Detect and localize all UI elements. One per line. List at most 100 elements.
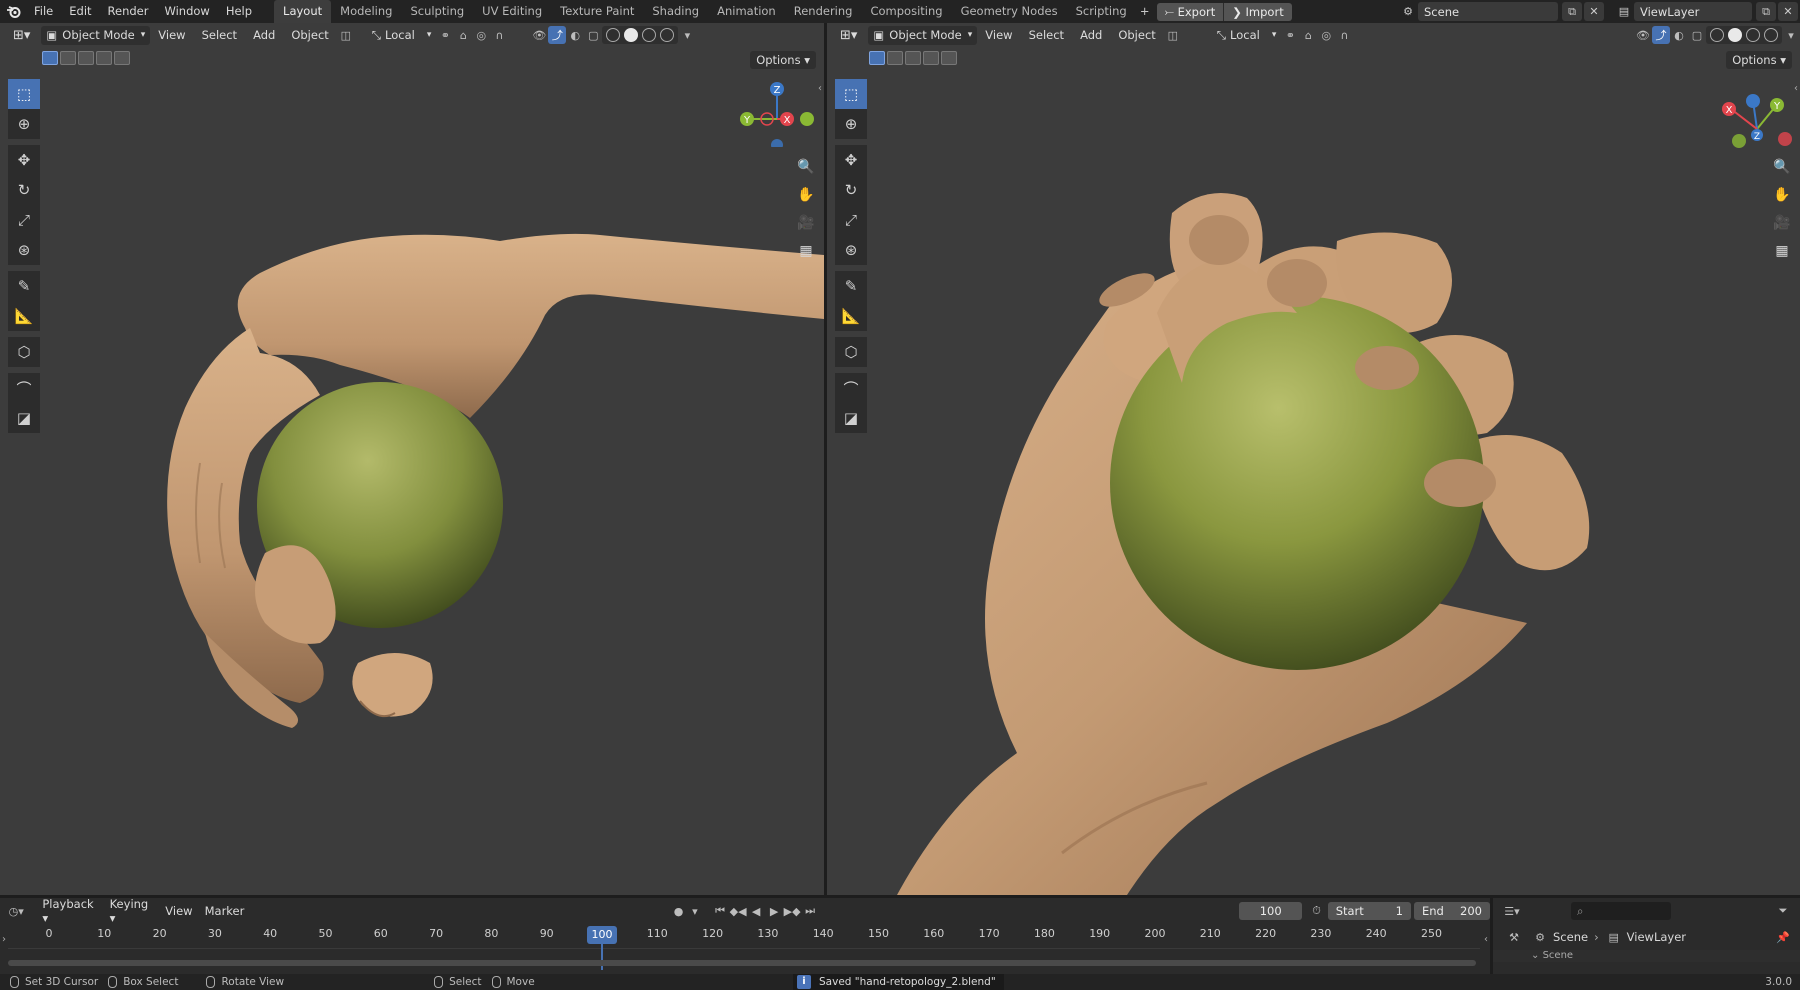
add-cube-tool-icon[interactable]: ⬡ (835, 337, 867, 367)
menu-edit[interactable]: Edit (61, 0, 99, 23)
mode-dropdown[interactable]: ▣ Object Mode ▾ (41, 25, 151, 45)
stopwatch-icon[interactable]: ⏱ (1308, 902, 1324, 920)
status-message[interactable]: i Saved "hand-retopology_2.blend" (793, 974, 1004, 990)
falloff-icon[interactable]: ∩ (1335, 26, 1353, 44)
chevron-down-icon[interactable]: ▾ (678, 26, 696, 44)
xray-icon[interactable]: ▢ (584, 26, 602, 44)
sidebar-toggle-icon[interactable]: ‹ (818, 83, 822, 94)
record-icon[interactable]: ● (670, 902, 686, 920)
jump-end-icon[interactable]: ⏭ (801, 902, 819, 920)
snap-target-icon[interactable]: ◫ (337, 26, 355, 44)
select-extend-icon[interactable] (60, 51, 76, 65)
prev-keyframe-icon[interactable]: ◆◀ (729, 902, 747, 920)
sidebar-toggle-icon[interactable]: ‹ (1794, 83, 1798, 94)
neg-y-axis-handle[interactable] (800, 112, 814, 126)
snap-icon[interactable]: ⌂ (1299, 26, 1317, 44)
navigation-gizmo[interactable]: Z Y X (735, 77, 817, 147)
shear-tool-icon[interactable]: ◪ (8, 403, 40, 433)
select-subtract-icon[interactable] (905, 51, 921, 65)
menu-select[interactable]: Select (194, 26, 245, 45)
xray-icon[interactable]: ▢ (1688, 26, 1706, 44)
expand-icon[interactable]: ⌄ (1531, 950, 1539, 961)
start-frame-field[interactable]: Start 1 (1327, 902, 1411, 920)
menu-render[interactable]: Render (100, 0, 157, 23)
select-new-icon[interactable] (42, 51, 58, 65)
visibility-icon[interactable]: 👁 (1634, 26, 1652, 44)
play-reverse-icon[interactable]: ◀ (747, 902, 765, 920)
play-icon[interactable]: ▶ (765, 902, 783, 920)
rendered-shading-icon[interactable] (660, 28, 675, 42)
falloff-icon[interactable]: ∩ (490, 26, 508, 44)
tab-geometry-nodes[interactable]: Geometry Nodes (952, 0, 1067, 23)
pan-hand-icon[interactable]: ✋ (1770, 183, 1794, 207)
snap-icon[interactable]: ⌂ (454, 26, 472, 44)
cursor-tool-icon[interactable]: ⊕ (835, 109, 867, 139)
menu-view[interactable]: View (977, 26, 1020, 45)
import-button[interactable]: ❯ Import (1224, 3, 1291, 21)
select-intersect-icon[interactable] (941, 51, 957, 65)
blender-logo-icon[interactable] (0, 0, 26, 23)
editor-type-icon[interactable]: ⊞▾ (8, 26, 35, 45)
view-layer-field[interactable]: ViewLayer (1634, 2, 1752, 21)
next-keyframe-icon[interactable]: ▶◆ (783, 902, 801, 920)
annotate-tool-icon[interactable]: ✎ (8, 271, 40, 301)
cursor-tool-icon[interactable]: ⊕ (8, 109, 40, 139)
expand-arrow-icon[interactable]: › (2, 934, 6, 945)
annotate-tool-icon[interactable]: ✎ (835, 271, 867, 301)
proportional-edit-icon[interactable]: ◎ (1317, 26, 1335, 44)
move-tool-icon[interactable]: ✥ (835, 145, 867, 175)
camera-icon[interactable]: 🎥 (1770, 211, 1794, 235)
zoom-icon[interactable]: 🔍 (1770, 155, 1794, 179)
visibility-icon[interactable]: 👁 (530, 26, 548, 44)
solid-shading-icon[interactable] (624, 28, 639, 42)
add-workspace-button[interactable]: + (1136, 0, 1154, 23)
tool-settings-icon[interactable]: ⚒ (1505, 928, 1523, 946)
add-cube-tool-icon[interactable]: ⬡ (8, 337, 40, 367)
gizmo-toggle-icon[interactable]: ⤴ (548, 26, 567, 44)
outliner-search-input[interactable]: ⌕ (1571, 902, 1671, 920)
menu-add[interactable]: Add (245, 26, 283, 45)
keyframe-track[interactable] (8, 948, 1480, 958)
menu-keying[interactable]: Keying ▾ (104, 897, 160, 925)
neg-x-axis-handle[interactable] (1778, 132, 1792, 146)
chevron-down-icon[interactable]: ▾ (1782, 26, 1800, 44)
hand-side-view-render[interactable] (0, 23, 824, 895)
outliner-row-scene[interactable]: ⌄ Scene (1493, 950, 1800, 962)
menu-marker[interactable]: Marker (199, 904, 251, 918)
mode-dropdown[interactable]: ▣ Object Mode ▾ (868, 25, 978, 45)
select-box-tool-icon[interactable]: ⬚ (8, 79, 40, 109)
menu-object[interactable]: Object (283, 26, 336, 45)
jump-start-icon[interactable]: ⏮ (711, 902, 729, 920)
pan-hand-icon[interactable]: ✋ (794, 183, 818, 207)
scale-tool-icon[interactable]: ⤢ (835, 205, 867, 235)
new-scene-icon[interactable]: ⧉ (1562, 2, 1582, 21)
viewport-right[interactable]: ⊞▾ ▣ Object Mode ▾ View Select Add Objec… (827, 23, 1800, 895)
tab-compositing[interactable]: Compositing (861, 0, 951, 23)
extrude-tool-icon[interactable]: ⌒ (835, 373, 867, 403)
transform-tool-icon[interactable]: ⊛ (8, 235, 40, 265)
menu-help[interactable]: Help (218, 0, 260, 23)
tab-modeling[interactable]: Modeling (331, 0, 401, 23)
wireframe-shading-icon[interactable] (1710, 28, 1724, 42)
select-new-icon[interactable] (869, 51, 885, 65)
scale-tool-icon[interactable]: ⤢ (8, 205, 40, 235)
transform-tool-icon[interactable]: ⊛ (835, 235, 867, 265)
menu-view[interactable]: View (159, 904, 198, 918)
delete-scene-icon[interactable]: ✕ (1584, 2, 1604, 21)
filter-icon[interactable]: ⏷ (1774, 902, 1792, 920)
tab-texture-paint[interactable]: Texture Paint (551, 0, 643, 23)
select-subtract-icon[interactable] (78, 51, 94, 65)
menu-playback[interactable]: Playback ▾ (36, 897, 103, 925)
tab-uv-editing[interactable]: UV Editing (473, 0, 551, 23)
overlay-icon[interactable]: ◐ (1670, 26, 1688, 44)
rendered-shading-icon[interactable] (1764, 28, 1778, 42)
hand-front-view-render[interactable] (827, 23, 1800, 895)
options-dropdown[interactable]: Options ▾ (750, 51, 816, 69)
options-dropdown[interactable]: Options ▾ (1726, 51, 1792, 69)
scene-field[interactable]: Scene (1418, 2, 1558, 21)
z-axis-handle[interactable] (1746, 94, 1760, 108)
solid-shading-icon[interactable] (1728, 28, 1742, 42)
export-button[interactable]: ⤚ Export (1157, 3, 1224, 21)
neg-z-axis-handle[interactable] (771, 139, 783, 147)
tab-rendering[interactable]: Rendering (785, 0, 862, 23)
